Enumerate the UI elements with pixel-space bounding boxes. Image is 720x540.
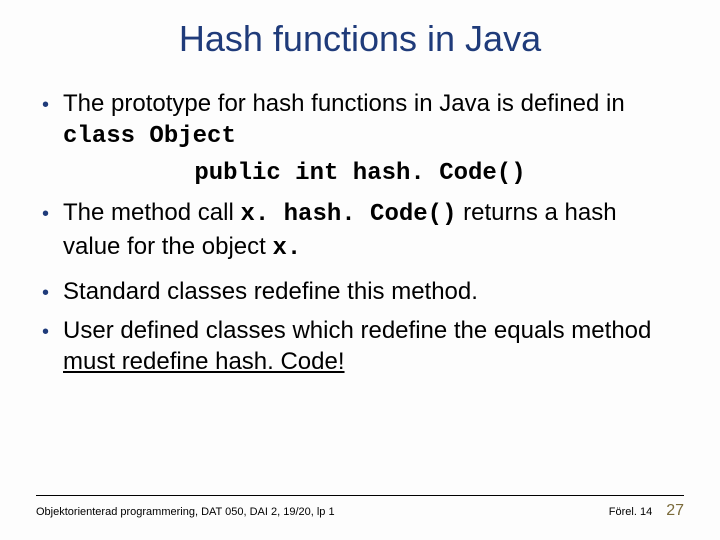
bullet-4: • User defined classes which redefine th… bbox=[42, 315, 678, 377]
footer-row: Objektorienterad programmering, DAT 050,… bbox=[36, 502, 684, 520]
bullet-4-text: User defined classes which redefine the … bbox=[63, 315, 678, 377]
bullet-2-code-2: x. bbox=[272, 235, 301, 262]
footer-divider bbox=[36, 495, 684, 496]
bullet-2-text: The method call x. hash. Code() returns … bbox=[63, 197, 678, 263]
bullet-dot-icon: • bbox=[42, 280, 49, 306]
bullet-2-code-1: x. hash. Code() bbox=[240, 201, 456, 228]
footer: Objektorienterad programmering, DAT 050,… bbox=[36, 495, 684, 520]
bullet-3: • Standard classes redefine this method. bbox=[42, 276, 678, 307]
bullet-1-text: The prototype for hash functions in Java… bbox=[63, 88, 678, 152]
slide: Hash functions in Java • The prototype f… bbox=[0, 0, 720, 540]
bullet-4-pre: User defined classes which redefine the … bbox=[63, 317, 651, 344]
footer-lecture: Förel. 14 bbox=[609, 506, 652, 518]
bullet-1-code: class Object bbox=[63, 123, 236, 150]
bullet-dot-icon: • bbox=[42, 201, 49, 227]
content-area: • The prototype for hash functions in Ja… bbox=[36, 88, 684, 377]
page-title: Hash functions in Java bbox=[36, 18, 684, 60]
bullet-4-underline: must redefine hash. Code! bbox=[63, 348, 345, 375]
footer-page-number: 27 bbox=[666, 502, 684, 520]
bullet-dot-icon: • bbox=[42, 319, 49, 345]
bullet-3-text: Standard classes redefine this method. bbox=[63, 276, 478, 307]
bullet-2: • The method call x. hash. Code() return… bbox=[42, 197, 678, 263]
footer-right: Förel. 14 27 bbox=[609, 502, 684, 520]
code-line: public int hash. Code() bbox=[42, 160, 678, 187]
bullet-1-pre: The prototype for hash functions in Java… bbox=[63, 90, 625, 117]
footer-course-info: Objektorienterad programmering, DAT 050,… bbox=[36, 506, 335, 518]
bullet-1: • The prototype for hash functions in Ja… bbox=[42, 88, 678, 152]
bullet-2-pre: The method call bbox=[63, 199, 240, 226]
bullet-dot-icon: • bbox=[42, 92, 49, 118]
